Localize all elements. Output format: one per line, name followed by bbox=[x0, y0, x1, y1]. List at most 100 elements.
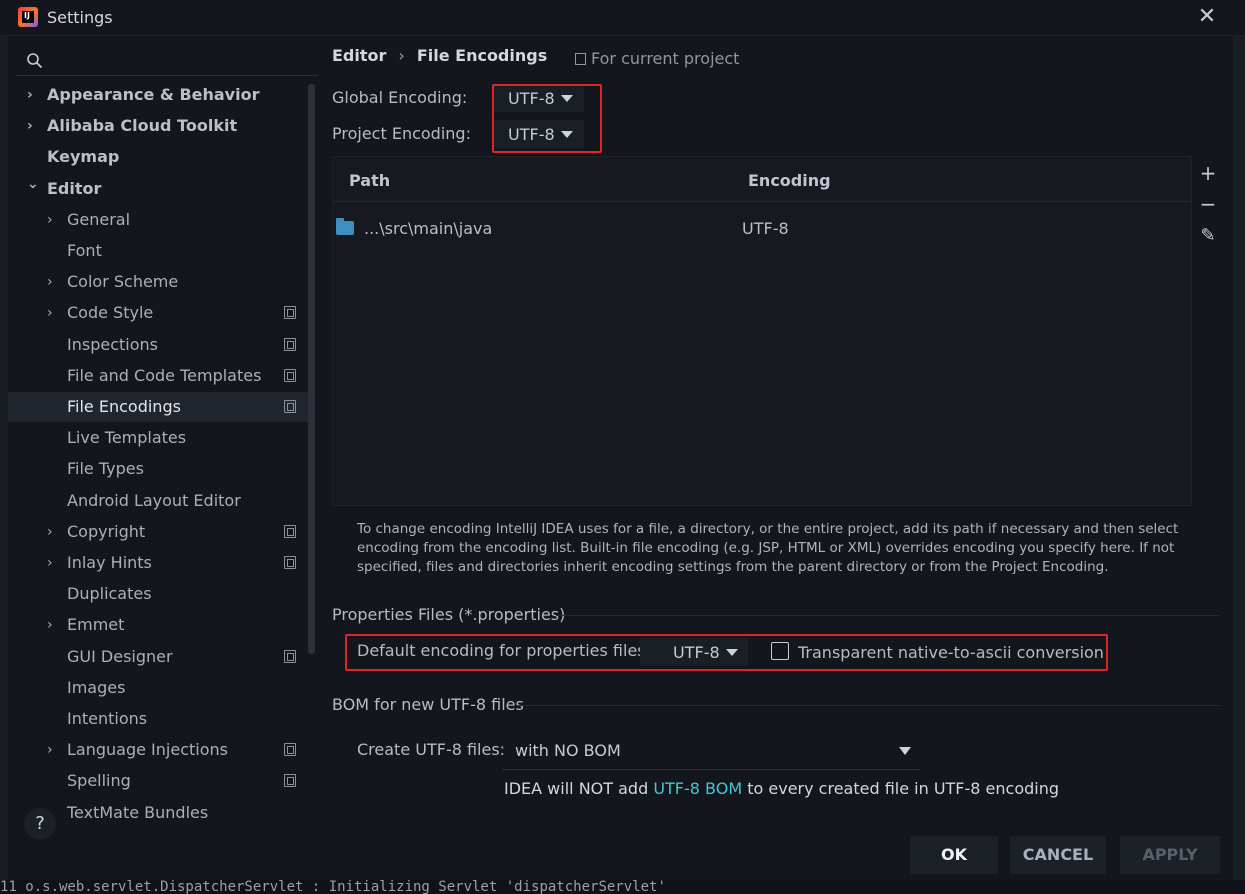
row-path: ...\src\main\java bbox=[364, 219, 493, 238]
project-scope-icon bbox=[575, 53, 586, 65]
chevron-right-icon[interactable]: › bbox=[47, 556, 57, 570]
window-title: Settings bbox=[47, 8, 113, 27]
background-ide-right-strip bbox=[1233, 0, 1245, 894]
cancel-button[interactable]: CANCEL bbox=[1010, 836, 1106, 874]
sidebar-item-label: Appearance & Behavior bbox=[47, 85, 260, 104]
sidebar-item[interactable]: Android Layout Editor bbox=[8, 486, 308, 516]
sidebar-item[interactable]: Inspections bbox=[8, 330, 308, 360]
sidebar-item[interactable]: › Code Style bbox=[8, 298, 308, 328]
sidebar-item-label: Spelling bbox=[67, 771, 131, 790]
title-bar: IJ Settings ✕ bbox=[0, 0, 1245, 36]
ok-button[interactable]: OK bbox=[910, 836, 998, 874]
sidebar-item[interactable]: Font bbox=[8, 236, 308, 266]
project-scope-icon bbox=[284, 338, 296, 351]
project-encoding-label: Project Encoding: bbox=[332, 124, 471, 143]
bom-select[interactable]: with NO BOM bbox=[502, 736, 920, 770]
chevron-right-icon[interactable]: › bbox=[47, 306, 57, 320]
sidebar-item-label: Emmet bbox=[67, 615, 125, 634]
sidebar-item[interactable]: › Alibaba Cloud Toolkit bbox=[8, 111, 308, 141]
background-ide-left-strip bbox=[0, 36, 8, 880]
sidebar-item[interactable]: › Appearance & Behavior bbox=[8, 80, 308, 110]
sidebar-item-label: Intentions bbox=[67, 709, 148, 728]
project-scope-icon bbox=[284, 306, 296, 319]
project-scope-icon bbox=[284, 556, 296, 569]
sidebar-item-label: Duplicates bbox=[67, 584, 152, 603]
chevron-right-icon[interactable]: › bbox=[47, 213, 57, 227]
section-divider bbox=[556, 615, 1220, 616]
sidebar-item-label: Color Scheme bbox=[67, 272, 179, 291]
apply-button[interactable]: APPLY bbox=[1120, 836, 1220, 874]
sidebar-item-label: Keymap bbox=[47, 147, 120, 166]
sidebar-item[interactable]: GUI Designer bbox=[8, 642, 308, 672]
sidebar-item-label: File and Code Templates bbox=[67, 366, 262, 385]
column-header-path[interactable]: Path bbox=[349, 171, 390, 190]
settings-sidebar: › Appearance & Behavior › Alibaba Cloud Too… bbox=[8, 36, 318, 836]
sidebar-item-label: Android Layout Editor bbox=[67, 491, 241, 510]
sidebar-item-label: Code Style bbox=[67, 303, 154, 322]
bom-note-suffix: to every created file in UTF-8 encoding bbox=[742, 779, 1060, 798]
column-header-encoding[interactable]: Encoding bbox=[748, 171, 831, 190]
section-divider bbox=[518, 705, 1220, 706]
encoding-highlight-annotation bbox=[492, 84, 602, 153]
sidebar-item[interactable]: › Language Injections bbox=[8, 735, 308, 765]
bom-section-title: BOM for new UTF-8 files bbox=[332, 695, 524, 714]
project-scope-icon bbox=[284, 774, 296, 787]
breadcrumb-parent[interactable]: Editor bbox=[332, 46, 386, 65]
sidebar-item[interactable]: Keymap bbox=[8, 142, 308, 172]
create-utf8-label: Create UTF-8 files: bbox=[357, 740, 506, 759]
sidebar-item-label: Alibaba Cloud Toolkit bbox=[47, 116, 238, 135]
breadcrumb-separator: › bbox=[398, 46, 405, 65]
chevron-right-icon[interactable]: › bbox=[27, 88, 37, 102]
chevron-right-icon[interactable]: › bbox=[47, 275, 57, 289]
sidebar-item[interactable]: Intentions bbox=[8, 704, 308, 734]
sidebar-item[interactable]: Spelling bbox=[8, 766, 308, 796]
sidebar-item-label: Editor bbox=[47, 179, 102, 198]
breadcrumb: Editor › File Encodings bbox=[332, 46, 547, 65]
sidebar-item[interactable]: › Color Scheme bbox=[8, 267, 308, 297]
sidebar-item-label: Copyright bbox=[67, 522, 146, 541]
help-button[interactable]: ? bbox=[24, 808, 56, 840]
chevron-right-icon[interactable]: › bbox=[47, 525, 57, 539]
properties-section-title: Properties Files (*.properties) bbox=[332, 605, 566, 624]
chevron-down-icon bbox=[899, 747, 911, 755]
chevron-down-icon[interactable]: ⌄ bbox=[27, 177, 39, 191]
settings-search-input[interactable] bbox=[16, 46, 318, 76]
bom-note: IDEA will NOT add UTF-8 BOM to every cre… bbox=[504, 779, 1059, 798]
breadcrumb-current: File Encodings bbox=[416, 46, 548, 65]
sidebar-item[interactable]: File and Code Templates bbox=[8, 361, 308, 391]
edit-pencil-icon[interactable]: ✎ bbox=[1198, 226, 1218, 246]
project-scope-icon bbox=[284, 743, 296, 756]
chevron-right-icon[interactable]: › bbox=[47, 743, 57, 757]
remove-icon[interactable]: − bbox=[1198, 194, 1218, 214]
sidebar-item[interactable]: Duplicates bbox=[8, 579, 308, 609]
background-console-log: 11 o.s.web.servlet.DispatcherServlet : I… bbox=[0, 880, 1245, 894]
sidebar-item[interactable]: ⌄ Editor bbox=[8, 174, 308, 204]
sidebar-item[interactable]: Live Templates bbox=[8, 423, 308, 453]
sidebar-item[interactable]: › Inlay Hints bbox=[8, 548, 308, 578]
settings-content: Editor › File Encodings For current projec… bbox=[318, 36, 1233, 894]
sidebar-item-label: File Encodings bbox=[67, 397, 181, 416]
sidebar-item[interactable]: › Emmet bbox=[8, 610, 308, 640]
chevron-right-icon[interactable]: › bbox=[47, 618, 57, 632]
chevron-right-icon[interactable]: › bbox=[27, 119, 37, 133]
table-header-divider bbox=[333, 201, 1191, 202]
sidebar-item-label: Live Templates bbox=[67, 428, 187, 447]
sidebar-item[interactable]: › General bbox=[8, 205, 308, 235]
search-icon bbox=[27, 53, 43, 69]
sidebar-item[interactable]: File Types bbox=[8, 454, 308, 484]
add-icon[interactable]: + bbox=[1198, 163, 1218, 183]
sidebar-item[interactable]: Images bbox=[8, 673, 308, 703]
scope-label: For current project bbox=[591, 49, 740, 68]
sidebar-item[interactable]: › Copyright bbox=[8, 517, 308, 547]
sidebar-item-label: Inspections bbox=[67, 335, 158, 354]
sidebar-item-label: TextMate Bundles bbox=[67, 803, 209, 822]
project-scope-icon bbox=[284, 369, 296, 382]
sidebar-item-label: Inlay Hints bbox=[67, 553, 152, 572]
sidebar-item-label: Font bbox=[67, 241, 102, 260]
utf8-bom-link[interactable]: UTF-8 BOM bbox=[653, 779, 742, 798]
sidebar-item-label: GUI Designer bbox=[67, 647, 173, 666]
sidebar-scrollbar[interactable] bbox=[308, 84, 315, 654]
row-encoding: UTF-8 bbox=[742, 219, 789, 238]
sidebar-item[interactable]: File Encodings bbox=[8, 392, 308, 422]
close-icon[interactable]: ✕ bbox=[1196, 6, 1218, 28]
